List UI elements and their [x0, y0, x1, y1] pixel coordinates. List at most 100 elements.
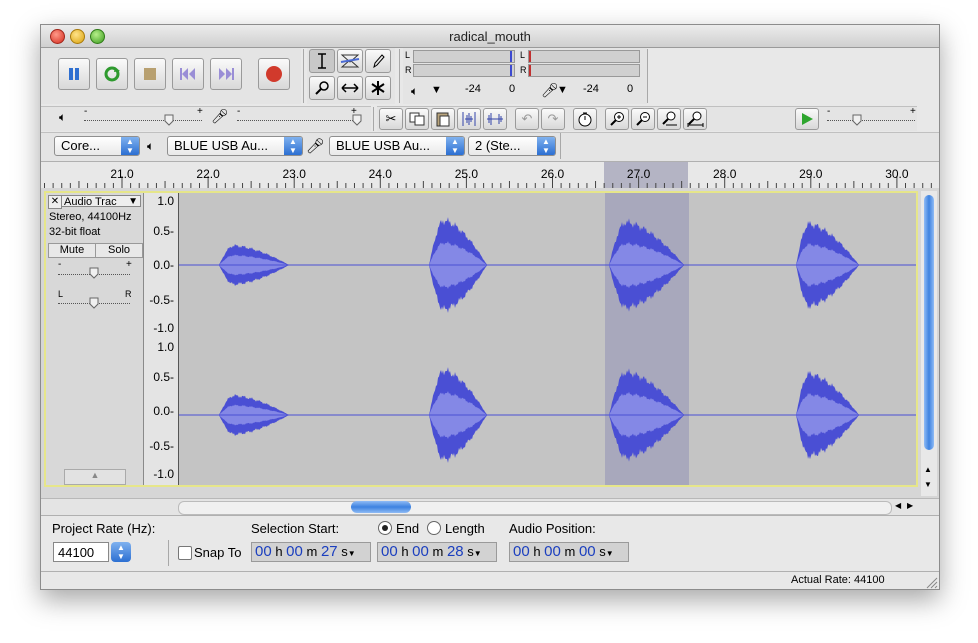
- multi-tool-button[interactable]: [365, 76, 391, 100]
- time-shift-tool-button[interactable]: [337, 76, 363, 100]
- record-button[interactable]: [258, 58, 290, 90]
- track-name-menu[interactable]: Audio Trac ▼: [61, 195, 141, 208]
- redo-button[interactable]: ↷: [541, 108, 565, 130]
- stop-button[interactable]: [134, 58, 166, 90]
- window-title: radical_mouth: [449, 29, 531, 44]
- gain-minus-label: -: [58, 259, 62, 270]
- fit-project-button[interactable]: [683, 108, 707, 130]
- skip-to-end-icon: [219, 68, 234, 80]
- fit-selection-button[interactable]: [657, 108, 681, 130]
- input-volume-slider[interactable]: [352, 114, 362, 126]
- paste-button[interactable]: [431, 108, 455, 130]
- input-slider-minus: -: [237, 106, 241, 117]
- i-beam-icon: [318, 53, 326, 69]
- project-rate-label: Project Rate (Hz):: [52, 521, 156, 536]
- output-volume-track: [84, 120, 202, 122]
- snap-to-label: Snap To: [194, 545, 242, 560]
- draw-tool-button[interactable]: [365, 49, 391, 73]
- skip-start-button[interactable]: [172, 58, 204, 90]
- scroll-up-arrow-icon[interactable]: ▲: [924, 465, 932, 474]
- project-rate-input[interactable]: 44100: [53, 542, 109, 562]
- waveform-display[interactable]: [179, 193, 916, 485]
- ruler-tick-label: 30.0: [885, 167, 909, 181]
- pencil-icon: [373, 54, 385, 69]
- tools-toolbar: [307, 48, 395, 104]
- close-icon: ✕: [50, 196, 60, 207]
- input-volume-microphone-icon: 🎤︎: [211, 108, 229, 124]
- separator: [168, 540, 169, 566]
- collapse-track-button[interactable]: ▲: [64, 469, 126, 485]
- separator: [647, 49, 648, 103]
- amplitude-scale-label: -1.0: [153, 321, 174, 335]
- ruler-tick-label: 24.0: [368, 167, 392, 181]
- play-icon: [802, 113, 813, 125]
- playback-device-select[interactable]: BLUE USB Au... ▲ ▼: [167, 136, 303, 156]
- pan-slider[interactable]: [89, 297, 99, 309]
- play-button[interactable]: [96, 58, 128, 90]
- gain-slider[interactable]: [89, 267, 99, 279]
- chevron-up-icon: ▲: [90, 470, 100, 480]
- audio-host-select[interactable]: Core... ▲ ▼: [54, 136, 140, 156]
- output-volume-slider[interactable]: [164, 114, 174, 126]
- timeline-ruler[interactable]: 21.0 22.0 23.0 24.0 25.0 26.0 27.0 28.0 29.0 30.0: [41, 161, 939, 189]
- channels-select[interactable]: 2 (Ste... ▲ ▼: [468, 136, 556, 156]
- solo-button[interactable]: Solo: [95, 243, 143, 258]
- rec-meter-zero-label: 0: [627, 83, 634, 95]
- envelope-icon: [340, 54, 360, 68]
- track-control-panel: ✕ Audio Trac ▼ Stereo, 44100Hz 32-bit fl…: [46, 193, 144, 485]
- copy-button[interactable]: [405, 108, 429, 130]
- recording-device-microphone-icon: 🎤︎: [306, 138, 326, 155]
- scroll-down-arrow-icon[interactable]: ▼: [924, 480, 932, 489]
- project-rate-stepper[interactable]: ▲ ▼: [111, 542, 131, 562]
- trim-button[interactable]: [457, 108, 481, 130]
- play-meter-menu-chevron-down-icon[interactable]: ▼: [431, 84, 442, 96]
- zoom-out-button[interactable]: [631, 108, 655, 130]
- zoom-in-icon: [610, 112, 624, 126]
- pause-button[interactable]: [58, 58, 90, 90]
- audio-position-time[interactable]: 00 h 00 m 00 s▼: [509, 542, 629, 562]
- envelope-tool-button[interactable]: [337, 49, 363, 73]
- horizontal-scroll-thumb[interactable]: [351, 501, 411, 513]
- mute-button[interactable]: Mute: [48, 243, 96, 258]
- end-radio[interactable]: [378, 521, 392, 535]
- separator: [399, 49, 400, 103]
- speed-slider-plus: +: [910, 106, 916, 117]
- amplitude-scale-label: 1.0: [157, 340, 174, 354]
- vertical-scroll-thumb[interactable]: [924, 195, 934, 450]
- selection-start-time[interactable]: 00 h 00 m 27 s▼: [251, 542, 371, 562]
- zoom-in-button[interactable]: [605, 108, 629, 130]
- silence-button[interactable]: [483, 108, 507, 130]
- skip-end-button[interactable]: [210, 58, 242, 90]
- rec-meter-menu-chevron-down-icon[interactable]: ▼: [557, 84, 568, 96]
- ruler-tick-label: 22.0: [196, 167, 220, 181]
- play-meter-db-label: -24: [465, 83, 481, 95]
- playback-select-arrows-icon: ▲ ▼: [284, 137, 302, 155]
- selection-tool-button[interactable]: [309, 49, 335, 73]
- scroll-left-arrow-icon[interactable]: ◀: [895, 501, 901, 510]
- zoom-tool-button[interactable]: [309, 76, 335, 100]
- sync-lock-button[interactable]: [573, 108, 597, 130]
- selection-start-label: Selection Start:: [251, 521, 340, 536]
- resize-grip-icon[interactable]: [926, 577, 938, 589]
- stopwatch-icon: [578, 112, 592, 127]
- play-speed-slider[interactable]: [852, 114, 862, 126]
- vertical-scrollbar[interactable]: ▲ ▼: [921, 191, 937, 496]
- selection-end-time[interactable]: 00 h 00 m 28 s▼: [377, 542, 497, 562]
- audio-track[interactable]: ✕ Audio Trac ▼ Stereo, 44100Hz 32-bit fl…: [44, 191, 918, 487]
- vertical-ruler: 1.0 0.5- 0.0- -0.5- -1.0 1.0 0.5- 0.0- -0.5- -1.…: [144, 193, 179, 485]
- play-at-speed-button[interactable]: [795, 108, 819, 130]
- speed-slider-minus: -: [827, 106, 831, 117]
- amplitude-scale-label: -0.5-: [149, 293, 174, 307]
- recording-device-select[interactable]: BLUE USB Au... ▲ ▼: [329, 136, 465, 156]
- mixer-toolbar: 🔈︎ - + 🎤︎ - +: [41, 106, 371, 131]
- cut-button[interactable]: ✂: [379, 108, 403, 130]
- scroll-right-arrow-icon[interactable]: ▶: [907, 501, 913, 510]
- track-close-button[interactable]: ✕: [48, 195, 62, 209]
- horizontal-scrollbar[interactable]: ◀ ▶: [41, 498, 939, 516]
- snap-to-checkbox[interactable]: [178, 546, 192, 560]
- output-slider-minus: -: [84, 106, 88, 117]
- rec-meter-right: [528, 64, 640, 77]
- undo-button[interactable]: ↶: [515, 108, 539, 130]
- length-radio[interactable]: [427, 521, 441, 535]
- play-speed-track: [827, 120, 915, 122]
